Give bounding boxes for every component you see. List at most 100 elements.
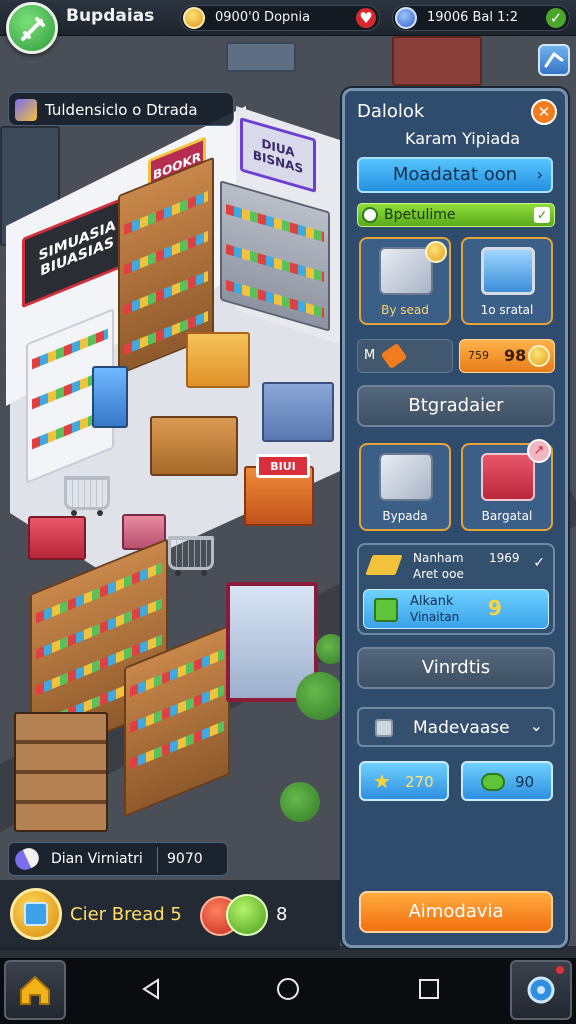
check-icon: ✓	[533, 555, 545, 571]
ice-cream-stall[interactable]	[186, 332, 250, 388]
sword-icon	[21, 17, 45, 41]
hammer-icon	[380, 342, 408, 370]
primary-button-label: Moadatat oon	[392, 164, 518, 185]
info-num: 1969	[489, 551, 520, 565]
add-gems-button[interactable]: ✓	[546, 8, 566, 28]
coin-icon	[528, 345, 550, 367]
panel-title: Dalolok	[357, 101, 425, 122]
close-button[interactable]: ✕	[531, 99, 557, 125]
bottom-info-label: Dian Virniatri	[51, 851, 143, 867]
close-icon: ✕	[537, 103, 551, 121]
cashier-desk[interactable]	[150, 416, 238, 476]
pencil-icon	[15, 99, 37, 121]
item-card-4[interactable]: ↗ Bargatal	[461, 439, 553, 531]
gift-icon	[374, 598, 398, 622]
info-sub: Aret ooe	[413, 567, 464, 581]
stat-left-bar[interactable]: M	[357, 339, 453, 373]
coins-amount: 0900'0 Dopnia	[215, 10, 311, 25]
offer-sub: Vinaitan	[410, 610, 460, 624]
atm-machine[interactable]	[92, 366, 128, 428]
stall-sign[interactable]: BIUI	[256, 454, 310, 478]
shopping-cart-1[interactable]	[64, 476, 110, 516]
home-circle-icon[interactable]	[275, 976, 301, 1002]
green-gem-icon[interactable]	[226, 894, 268, 936]
box-icon	[375, 719, 393, 737]
storage-rack[interactable]	[14, 712, 108, 832]
settings-button[interactable]	[510, 960, 572, 1020]
bottom-hud: Cier Bread 5 8	[0, 880, 340, 950]
bakery-display[interactable]	[28, 516, 86, 560]
item-card-2[interactable]: 1o sratal	[461, 237, 553, 325]
home-icon	[20, 975, 50, 1005]
gems-amount: 19006 Bal 1:2	[427, 10, 519, 25]
monitor-icon	[481, 247, 535, 295]
vinrdtis-button[interactable]: Vinrdtis	[357, 647, 555, 689]
system-nav-bar	[0, 958, 576, 1024]
price-2: 90	[515, 773, 535, 791]
offer-title: Alkank	[410, 594, 454, 609]
item-card-3[interactable]: Bypada	[359, 443, 451, 531]
price-1: 270	[405, 773, 434, 791]
status-icon	[362, 207, 378, 223]
upgrade-button[interactable]: Btgradaier	[357, 385, 555, 427]
map-button[interactable]	[538, 44, 570, 76]
info-name: Nanham	[413, 551, 464, 565]
cash-icon	[481, 773, 505, 791]
status-bar[interactable]: Bpetulime ✓	[357, 203, 555, 227]
item-card-4-label: Bargatal	[481, 509, 533, 523]
shopping-cart-2[interactable]	[168, 536, 214, 576]
offer-bar[interactable]: Alkank Vinaitan 9	[363, 589, 549, 629]
add-coins-button[interactable]: ♥	[356, 8, 376, 28]
ribbon-icon	[365, 555, 403, 575]
gem-icon	[395, 7, 417, 29]
item-card-1[interactable]: By sead	[359, 237, 451, 325]
stat-right-bar[interactable]: 759 98	[459, 339, 555, 373]
hud-count: 8	[276, 904, 288, 925]
stat-right-value: 98	[504, 346, 527, 365]
offer-value: 9	[488, 596, 502, 620]
info-box: Nanham 1969 Aret ooe ✓ Alkank Vinaitan 9	[357, 543, 555, 635]
plant-2	[280, 782, 320, 822]
store-name-label[interactable]: Tuldensiclo o Dtrada	[8, 92, 234, 126]
star-icon: ★	[373, 769, 391, 793]
dropdown-label: Madevaase	[413, 718, 510, 738]
item-card-1-label: By sead	[381, 303, 429, 317]
divider	[157, 847, 158, 873]
coin-icon	[183, 7, 205, 29]
build-panel: Dalolok ✕ Karam Yipiada Moadatat oon › B…	[342, 88, 568, 948]
coin-badge-icon	[425, 241, 447, 263]
home-button[interactable]	[4, 960, 66, 1020]
check-icon: ✓	[534, 207, 550, 223]
recents-icon[interactable]	[416, 976, 442, 1002]
checkout-counter[interactable]	[262, 382, 334, 442]
plant-1	[296, 672, 344, 720]
dropdown-select[interactable]: Madevaase ⌄	[357, 707, 555, 747]
app-logo-icon[interactable]	[6, 2, 58, 54]
price-button-2[interactable]: 90	[461, 761, 553, 801]
basket-icon	[481, 453, 535, 501]
storage-box-icon	[379, 453, 433, 501]
back-shelf-right	[392, 36, 482, 86]
bottom-info-value: 9070	[167, 851, 203, 867]
chevron-right-icon: ›	[536, 165, 543, 184]
top-bar: Bupdaias 0900'0 Dopnia ♥ 19006 Bal 1:2 ✓	[0, 0, 576, 36]
item-card-3-label: Bypada	[382, 509, 428, 523]
gems-pill[interactable]: 19006 Bal 1:2 ✓	[392, 5, 570, 31]
chevron-down-icon: ⌄	[529, 716, 543, 735]
back-desk	[226, 42, 296, 72]
primary-button[interactable]: Moadatat oon ›	[357, 157, 553, 193]
hud-label: Cier Bread 5	[70, 904, 182, 925]
coins-pill[interactable]: 0900'0 Dopnia ♥	[180, 5, 380, 31]
capsule-icon	[11, 844, 43, 874]
stat-right-prefix: 759	[468, 349, 489, 362]
store-badge-icon[interactable]	[10, 888, 62, 940]
action-button[interactable]: Aimodavia	[359, 891, 553, 933]
price-button-1[interactable]: ★ 270	[359, 761, 449, 801]
bottom-info-bar[interactable]: Dian Virniatri 9070	[8, 842, 228, 876]
back-icon[interactable]	[138, 976, 164, 1002]
gear-icon	[527, 966, 564, 1004]
panel-subtitle: Karam Yipiada	[405, 129, 521, 148]
heart-badge-icon: ↗	[527, 439, 551, 463]
item-card-2-label: 1o sratal	[480, 303, 534, 317]
map-icon	[544, 51, 564, 68]
